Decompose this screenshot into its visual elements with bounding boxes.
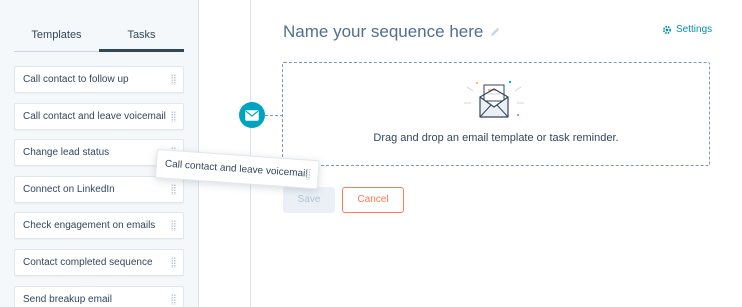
tab-tasks[interactable]: Tasks — [99, 26, 184, 52]
envelope-icon — [245, 109, 259, 121]
task-list: Call contact to follow up Call contact a… — [14, 66, 184, 307]
gear-icon — [662, 25, 672, 34]
email-step-button[interactable] — [239, 102, 265, 128]
task-item-label: Call contact to follow up — [23, 74, 129, 85]
task-item-label: Send breakup email — [23, 293, 112, 305]
task-item-label: Call contact and leave voicemail — [23, 110, 166, 122]
task-item-call-voicemail[interactable]: Call contact and leave voicemail — [14, 102, 184, 130]
dragged-task-label: Call contact and leave voicemail — [164, 158, 308, 180]
settings-label: Settings — [676, 24, 713, 35]
drag-handle-icon[interactable] — [171, 256, 176, 268]
drag-handle-icon[interactable] — [305, 168, 312, 180]
drag-handle-icon[interactable] — [171, 220, 176, 232]
task-item-label: Check engagement on emails — [23, 220, 156, 232]
drag-handle-icon[interactable] — [171, 293, 176, 305]
task-item-check-engagement[interactable]: Check engagement on emails — [14, 212, 184, 240]
pencil-icon[interactable] — [489, 26, 501, 38]
task-item-contact-completed[interactable]: Contact completed sequence — [14, 248, 184, 276]
sequence-name-text: Name your sequence here — [283, 22, 484, 41]
task-item-call-follow-up[interactable]: Call contact to follow up — [14, 66, 184, 93]
tab-templates[interactable]: Templates — [14, 26, 99, 52]
sidebar-tabs: Templates Tasks — [14, 26, 184, 52]
timeline-line — [250, 0, 251, 307]
task-item-send-breakup[interactable]: Send breakup email — [14, 285, 184, 307]
task-item-label: Change lead status — [23, 147, 110, 159]
cancel-button[interactable]: Cancel — [342, 187, 404, 213]
drag-handle-icon[interactable] — [171, 110, 176, 122]
dropzone-text: Drag and drop an email template or task … — [373, 132, 619, 144]
open-envelope-icon — [463, 77, 525, 132]
connector-line — [265, 115, 283, 116]
task-item-connect-linkedin[interactable]: Connect on LinkedIn — [14, 175, 184, 203]
dropzone[interactable]: Drag and drop an email template or task … — [282, 62, 710, 166]
task-item-label: Contact completed sequence — [23, 256, 153, 268]
sequence-name-title[interactable]: Name your sequence here — [283, 22, 501, 42]
save-button[interactable]: Save — [283, 187, 335, 213]
drag-handle-icon[interactable] — [171, 74, 176, 85]
drag-handle-icon[interactable] — [171, 183, 176, 195]
task-item-label: Connect on LinkedIn — [23, 183, 115, 195]
settings-link[interactable]: Settings — [662, 24, 712, 35]
